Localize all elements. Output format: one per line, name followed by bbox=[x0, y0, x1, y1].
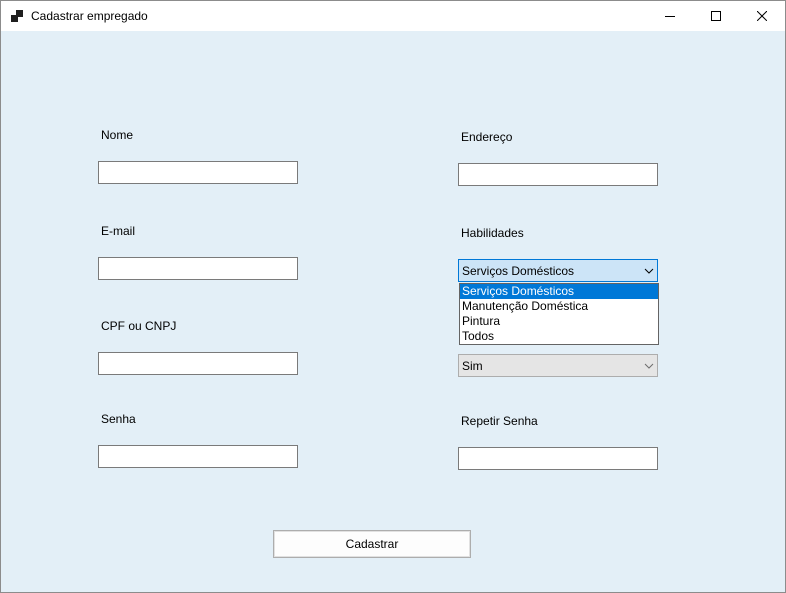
nome-label: Nome bbox=[101, 128, 134, 142]
senha-label: Senha bbox=[101, 412, 136, 426]
dropdown-option-pintura[interactable]: Pintura bbox=[460, 314, 658, 329]
title-bar[interactable]: Cadastrar empregado bbox=[1, 1, 785, 31]
email-label: E-mail bbox=[101, 224, 136, 238]
habilidades-selected-value: Serviços Domésticos bbox=[462, 263, 575, 278]
email-field[interactable] bbox=[98, 257, 298, 280]
second-combobox[interactable]: Sim bbox=[458, 354, 658, 377]
dropdown-option-servicos-domesticos[interactable]: Serviços Domésticos bbox=[460, 284, 658, 299]
nome-field[interactable] bbox=[98, 161, 298, 184]
endereco-field[interactable] bbox=[458, 163, 658, 186]
cpf-cnpj-field[interactable] bbox=[98, 352, 298, 375]
dropdown-option-manutencao-domestica[interactable]: Manutenção Doméstica bbox=[460, 299, 658, 314]
app-icon bbox=[11, 10, 23, 22]
maximize-icon bbox=[711, 11, 721, 21]
chevron-down-icon bbox=[644, 363, 654, 369]
habilidades-label: Habilidades bbox=[461, 226, 524, 240]
second-combobox-value: Sim bbox=[462, 358, 483, 373]
repetir-senha-field[interactable] bbox=[458, 447, 658, 470]
close-button[interactable] bbox=[739, 1, 785, 31]
minimize-button[interactable] bbox=[647, 1, 693, 31]
cadastrar-empregado-window: Cadastrar empregado Nome E-mail CPF ou C… bbox=[0, 0, 786, 593]
chevron-down-icon bbox=[644, 268, 654, 274]
repetir-senha-label: Repetir Senha bbox=[461, 414, 538, 428]
senha-field[interactable] bbox=[98, 445, 298, 468]
endereco-label: Endereço bbox=[461, 130, 513, 144]
cadastrar-button[interactable]: Cadastrar bbox=[273, 530, 471, 558]
cadastrar-button-label: Cadastrar bbox=[345, 537, 399, 551]
maximize-button[interactable] bbox=[693, 1, 739, 31]
habilidades-combobox[interactable]: Serviços Domésticos bbox=[458, 259, 658, 282]
dropdown-option-todos[interactable]: Todos bbox=[460, 329, 658, 344]
habilidades-dropdown-list[interactable]: Serviços Domésticos Manutenção Doméstica… bbox=[459, 283, 659, 345]
minimize-icon bbox=[665, 16, 675, 17]
window-title: Cadastrar empregado bbox=[31, 9, 148, 23]
cpf-cnpj-label: CPF ou CNPJ bbox=[101, 319, 177, 333]
close-icon bbox=[757, 11, 767, 21]
